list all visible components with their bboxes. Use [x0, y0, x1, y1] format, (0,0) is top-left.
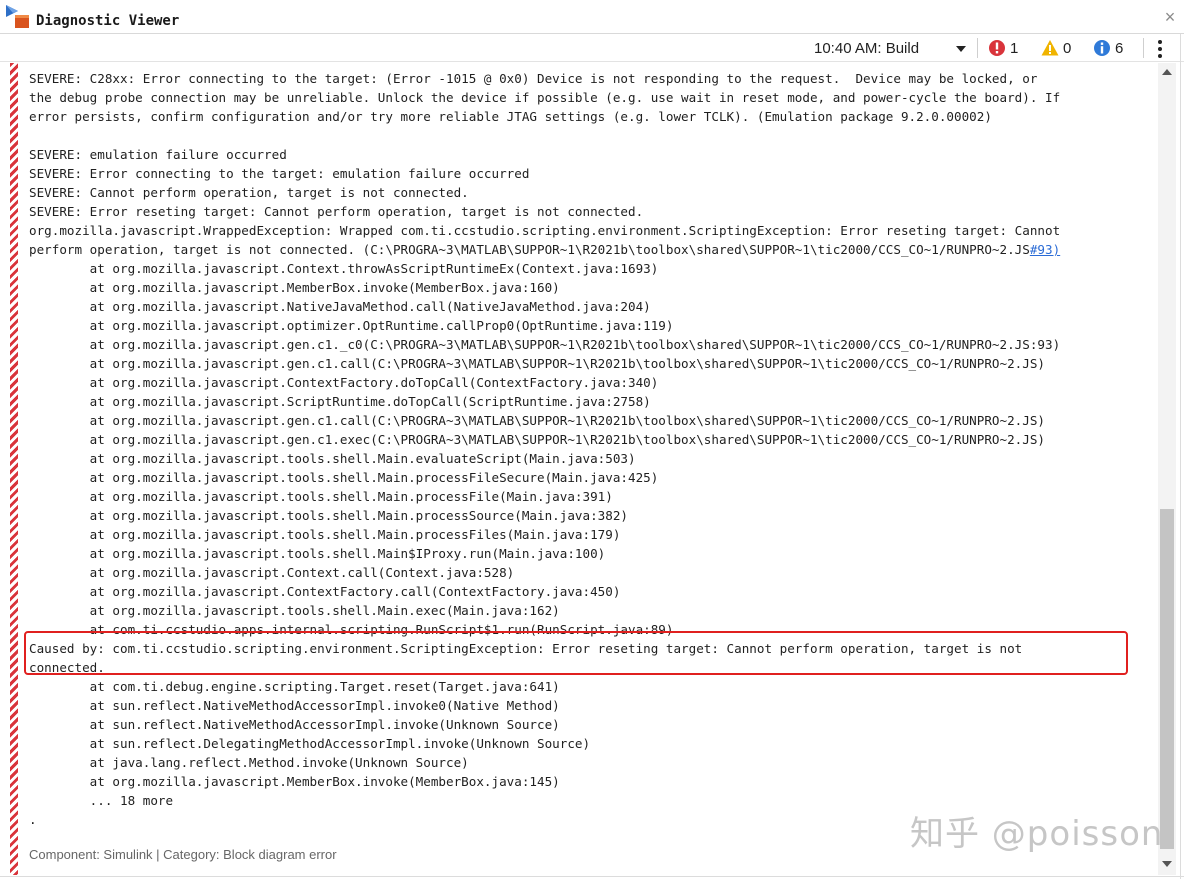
- log-line: at org.mozilla.javascript.tools.shell.Ma…: [29, 546, 606, 561]
- log-line: Caused by: com.ti.ccstudio.scripting.env…: [29, 641, 1023, 656]
- chevron-down-icon: [956, 46, 966, 52]
- log-line: at org.mozilla.javascript.tools.shell.Ma…: [29, 508, 628, 523]
- toolbar-divider: [977, 38, 978, 58]
- error-count: 1: [1010, 40, 1019, 57]
- error-icon: [989, 40, 1005, 56]
- log-line: at org.mozilla.javascript.tools.shell.Ma…: [29, 527, 621, 542]
- error-log-text[interactable]: SEVERE: C28xx: Error connecting to the t…: [29, 69, 1155, 829]
- close-icon[interactable]: ×: [1160, 7, 1180, 27]
- log-line: at org.mozilla.javascript.tools.shell.Ma…: [29, 451, 636, 466]
- log-line: the debug probe connection may be unreli…: [29, 90, 1061, 105]
- warning-count: 0: [1063, 40, 1072, 57]
- title-bar: Diagnostic Viewer ×: [0, 0, 1184, 34]
- log-line: perform operation, target is not connect…: [29, 242, 1061, 257]
- window-title: Diagnostic Viewer: [36, 13, 180, 29]
- log-line: at org.mozilla.javascript.optimizer.OptR…: [29, 318, 674, 333]
- info-icon: [1094, 40, 1110, 56]
- log-line: at org.mozilla.javascript.tools.shell.Ma…: [29, 470, 659, 485]
- source-line-link[interactable]: #93): [1030, 242, 1060, 257]
- vertical-scrollbar[interactable]: [1158, 63, 1176, 875]
- log-line: ... 18 more: [29, 793, 174, 808]
- log-line: at org.mozilla.javascript.ContextFactory…: [29, 375, 659, 390]
- more-options-icon[interactable]: [1153, 38, 1167, 60]
- log-line: at org.mozilla.javascript.ContextFactory…: [29, 584, 621, 599]
- log-line: at org.mozilla.javascript.gen.c1.call(C:…: [29, 413, 1045, 428]
- window-border: [0, 876, 1184, 877]
- log-line: at org.mozilla.javascript.gen.c1.call(C:…: [29, 356, 1045, 371]
- log-line: SEVERE: C28xx: Error connecting to the t…: [29, 71, 1038, 86]
- log-line: at org.mozilla.javascript.tools.shell.Ma…: [29, 603, 560, 618]
- log-line: connected.: [29, 660, 105, 675]
- log-line: at org.mozilla.javascript.Context.call(C…: [29, 565, 515, 580]
- toolbar-divider: [1143, 38, 1144, 58]
- toolbar: 10:40 AM: Build 1 0 6: [0, 34, 1184, 62]
- log-line: error persists, confirm configuration an…: [29, 109, 992, 124]
- log-line: org.mozilla.javascript.WrappedException:…: [29, 223, 1061, 238]
- build-selector-dropdown[interactable]: 10:40 AM: Build: [814, 38, 970, 60]
- scroll-down-arrow-icon[interactable]: [1162, 861, 1172, 867]
- log-line: at org.mozilla.javascript.ScriptRuntime.…: [29, 394, 651, 409]
- info-count: 6: [1115, 40, 1124, 57]
- error-severity-stripe: [10, 63, 18, 875]
- warning-icon: [1041, 40, 1059, 56]
- log-line: at sun.reflect.NativeMethodAccessorImpl.…: [29, 717, 560, 732]
- log-line: at com.ti.ccstudio.apps.internal.scripti…: [29, 622, 674, 637]
- message-footer: Component: Simulink | Category: Block di…: [29, 847, 337, 862]
- log-line: SEVERE: Error connecting to the target: …: [29, 166, 530, 181]
- scroll-up-arrow-icon[interactable]: [1162, 69, 1172, 75]
- log-line: SEVERE: Error reseting target: Cannot pe…: [29, 204, 644, 219]
- log-line: at com.ti.debug.engine.scripting.Target.…: [29, 679, 560, 694]
- log-line: SEVERE: Cannot perform operation, target…: [29, 185, 469, 200]
- build-selector-label: 10:40 AM: Build: [814, 40, 920, 57]
- log-line: at org.mozilla.javascript.NativeJavaMeth…: [29, 299, 651, 314]
- log-line: SEVERE: emulation failure occurred: [29, 147, 287, 162]
- log-line: at org.mozilla.javascript.tools.shell.Ma…: [29, 489, 613, 504]
- log-line: at org.mozilla.javascript.Context.throwA…: [29, 261, 659, 276]
- log-line: at sun.reflect.NativeMethodAccessorImpl.…: [29, 698, 560, 713]
- log-line: at java.lang.reflect.Method.invoke(Unkno…: [29, 755, 469, 770]
- log-line: at org.mozilla.javascript.MemberBox.invo…: [29, 774, 560, 789]
- log-line: at org.mozilla.javascript.gen.c1.exec(C:…: [29, 432, 1045, 447]
- log-line: .: [29, 812, 37, 827]
- scrollbar-thumb[interactable]: [1160, 509, 1174, 849]
- diagnostic-message-panel: SEVERE: C28xx: Error connecting to the t…: [6, 63, 1156, 875]
- diagnostic-viewer-app-icon: [6, 5, 29, 28]
- window-border: [1180, 34, 1181, 879]
- log-line: at sun.reflect.DelegatingMethodAccessorI…: [29, 736, 591, 751]
- log-line: at org.mozilla.javascript.gen.c1._c0(C:\…: [29, 337, 1061, 352]
- log-line: at org.mozilla.javascript.MemberBox.invo…: [29, 280, 560, 295]
